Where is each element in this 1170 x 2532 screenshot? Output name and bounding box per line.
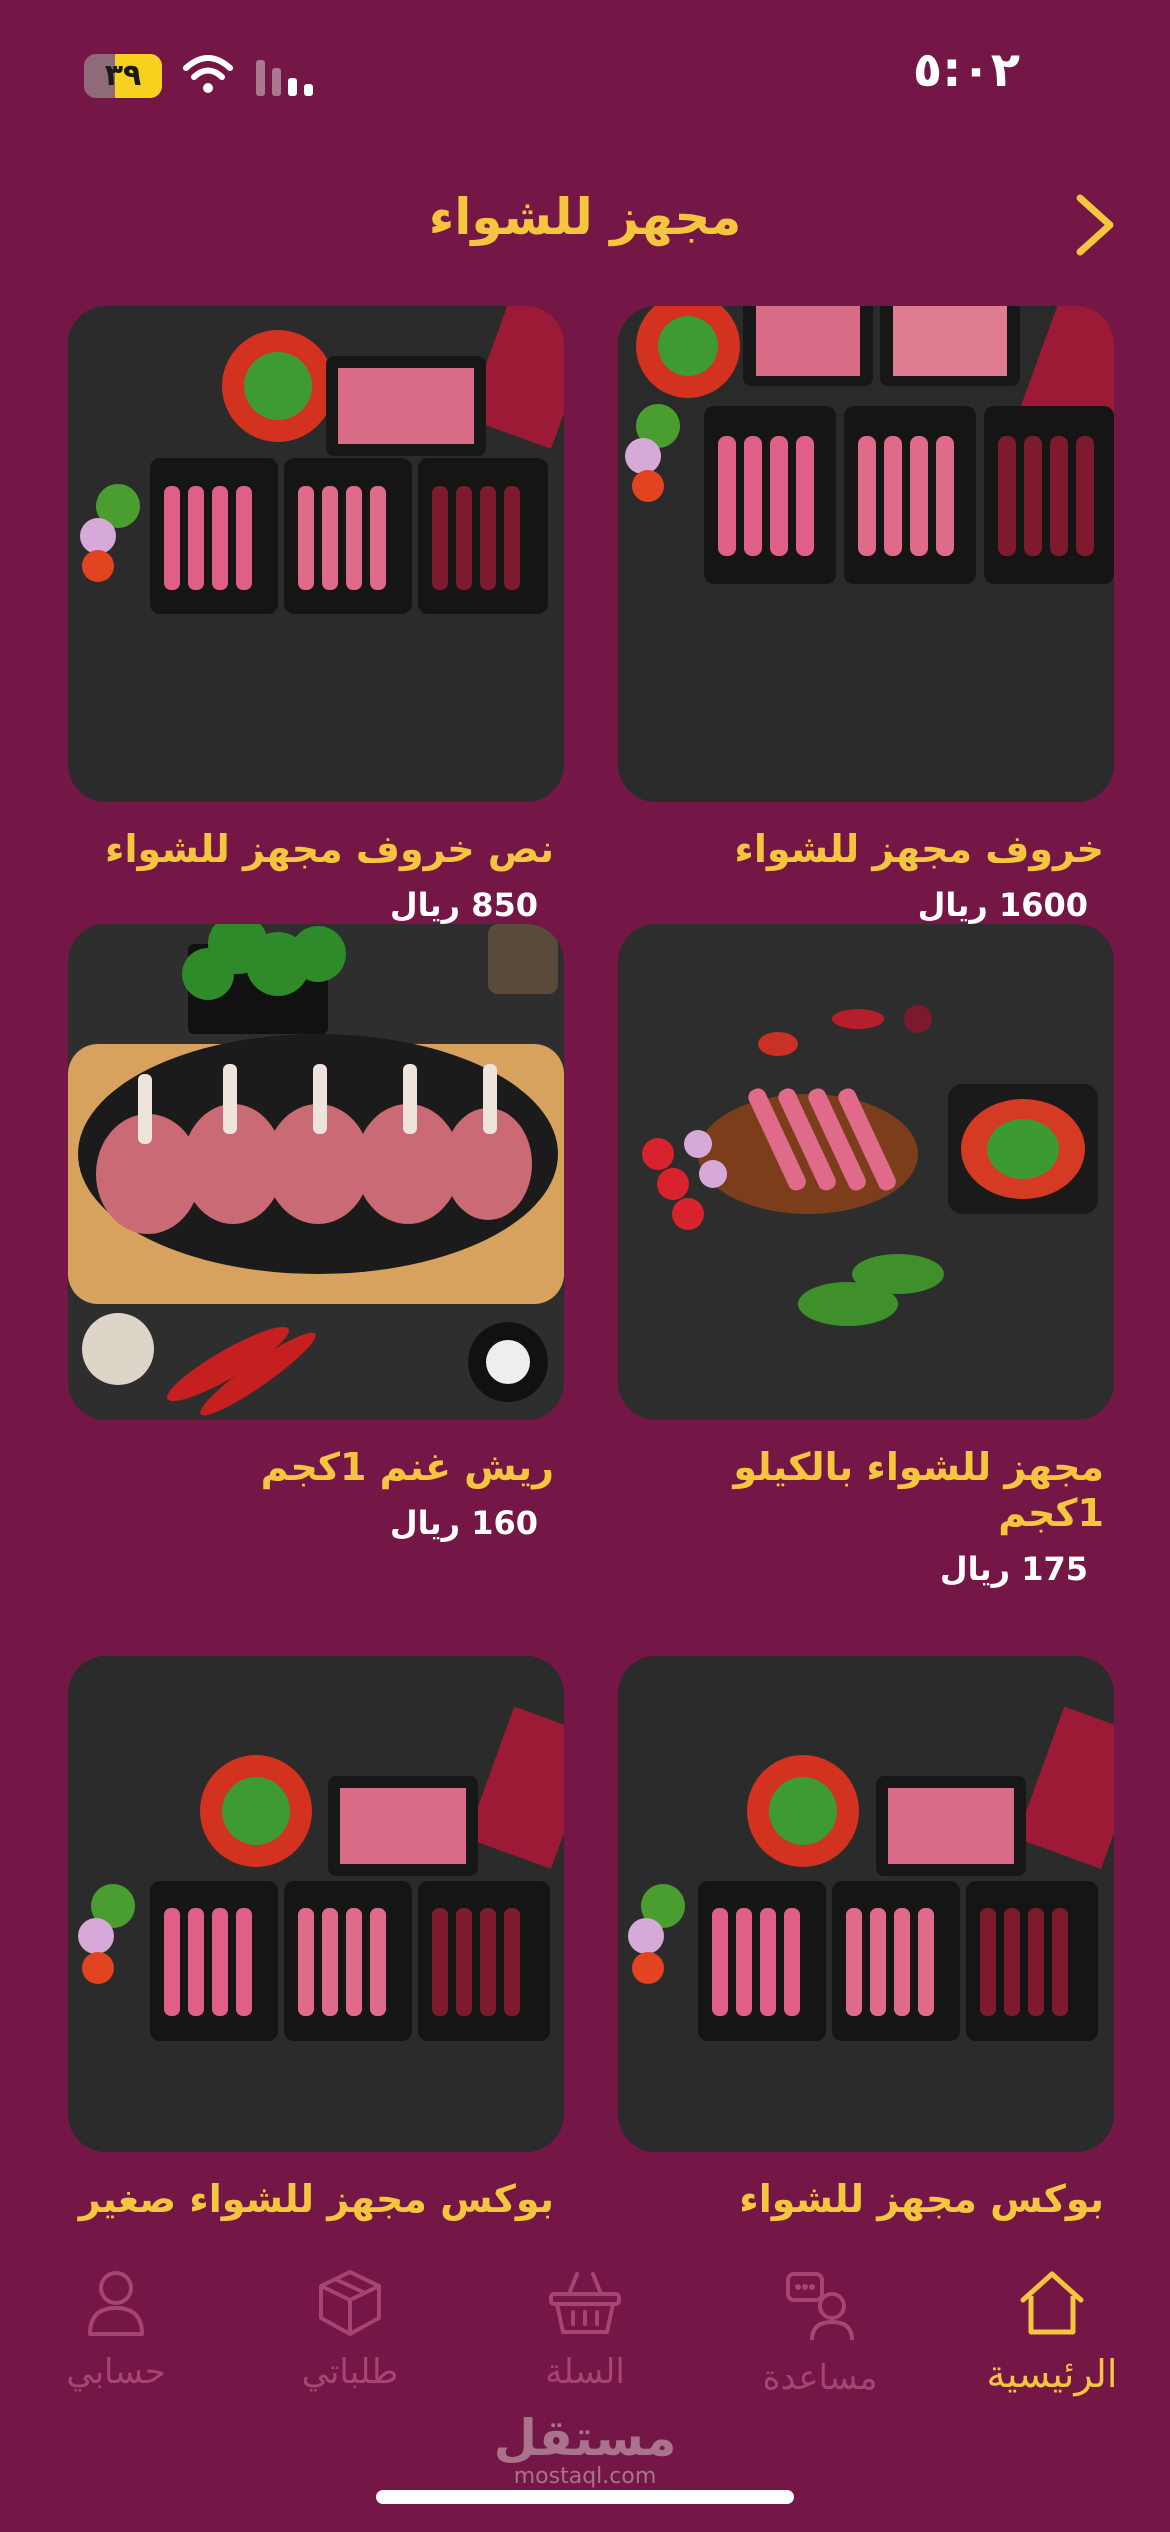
nav-item-orders[interactable]: طلباتي <box>250 2268 450 2392</box>
product-card[interactable]: ريش غنم 1كجم 160 ريال <box>68 924 564 1542</box>
product-name: ريش غنم 1كجم <box>260 1445 554 1489</box>
watermark-url: mostaql.com <box>513 2464 657 2489</box>
user-icon <box>88 2271 144 2336</box>
product-name: بوكس مجهز للشواء صغير <box>78 2177 554 2221</box>
product-image-small-bbq-box[interactable] <box>68 1656 564 2152</box>
nav-label-cart: السلة <box>545 2352 625 2392</box>
product-card[interactable]: مجهز للشواء بالكيلو 1كجم 175 ريال <box>618 924 1114 1588</box>
watermark-logo: مستقل mostaql.com <box>0 2412 1170 2489</box>
product-name: خروف مجهز للشواء <box>734 827 1104 871</box>
nav-label-account: حسابي <box>66 2352 166 2392</box>
basket-icon <box>549 2272 621 2334</box>
product-price: 850 ريال <box>389 886 538 924</box>
wifi-icon <box>183 55 233 93</box>
status-time: ٥:٠٢ <box>912 42 1020 98</box>
page-title: مجهز للشواء <box>428 188 742 246</box>
nav-item-account[interactable]: حسابي <box>16 2268 216 2392</box>
product-image-bbq-box[interactable] <box>618 1656 1114 2152</box>
product-image-lamb-ribs[interactable] <box>68 924 564 1420</box>
product-image-bbq-per-kilo[interactable] <box>618 924 1114 1420</box>
product-card[interactable]: نص خروف مجهز للشواء 850 ريال <box>68 306 564 924</box>
product-name: نص خروف مجهز للشواء <box>105 827 554 871</box>
nav-item-cart[interactable]: السلة <box>485 2268 685 2392</box>
product-card[interactable]: بوكس مجهز للشواء صغير <box>68 1656 564 2222</box>
product-price: 1600 ريال <box>917 886 1088 924</box>
home-icon <box>1020 2271 1084 2335</box>
home-indicator[interactable] <box>376 2490 794 2504</box>
battery-icon: ٣٩ <box>84 54 162 98</box>
cellular-signal-icon <box>256 60 313 96</box>
product-name: مجهز للشواء بالكيلو 1كجم <box>733 1445 1104 1535</box>
nav-label-home: الرئيسية <box>986 2352 1118 2396</box>
nav-label-orders: طلباتي <box>301 2352 399 2392</box>
battery-level: ٣٩ <box>104 58 142 93</box>
nav-label-help: مساعدة <box>762 2358 878 2398</box>
product-price: 175 ريال <box>939 1550 1088 1588</box>
nav-item-help[interactable]: مساعدة <box>720 2268 920 2398</box>
support-agent-icon <box>786 2272 854 2341</box>
product-price: 160 ريال <box>389 1504 538 1542</box>
watermark-brand: مستقل <box>493 2409 677 2467</box>
product-image-bbq-lamb-box[interactable] <box>618 306 1114 802</box>
back-chevron-icon[interactable] <box>1066 190 1126 260</box>
product-card[interactable]: بوكس مجهز للشواء <box>618 1656 1114 2222</box>
nav-item-home[interactable]: الرئيسية <box>952 2268 1152 2396</box>
product-card[interactable]: خروف مجهز للشواء 1600 ريال <box>618 306 1114 924</box>
product-image-half-lamb[interactable] <box>68 306 564 802</box>
screen: ٥:٠٢ ٣٩ مجهز للشواء خروف مجهز للشواء 160… <box>0 0 1170 2532</box>
box-icon <box>319 2270 381 2336</box>
product-name: بوكس مجهز للشواء <box>739 2177 1104 2221</box>
